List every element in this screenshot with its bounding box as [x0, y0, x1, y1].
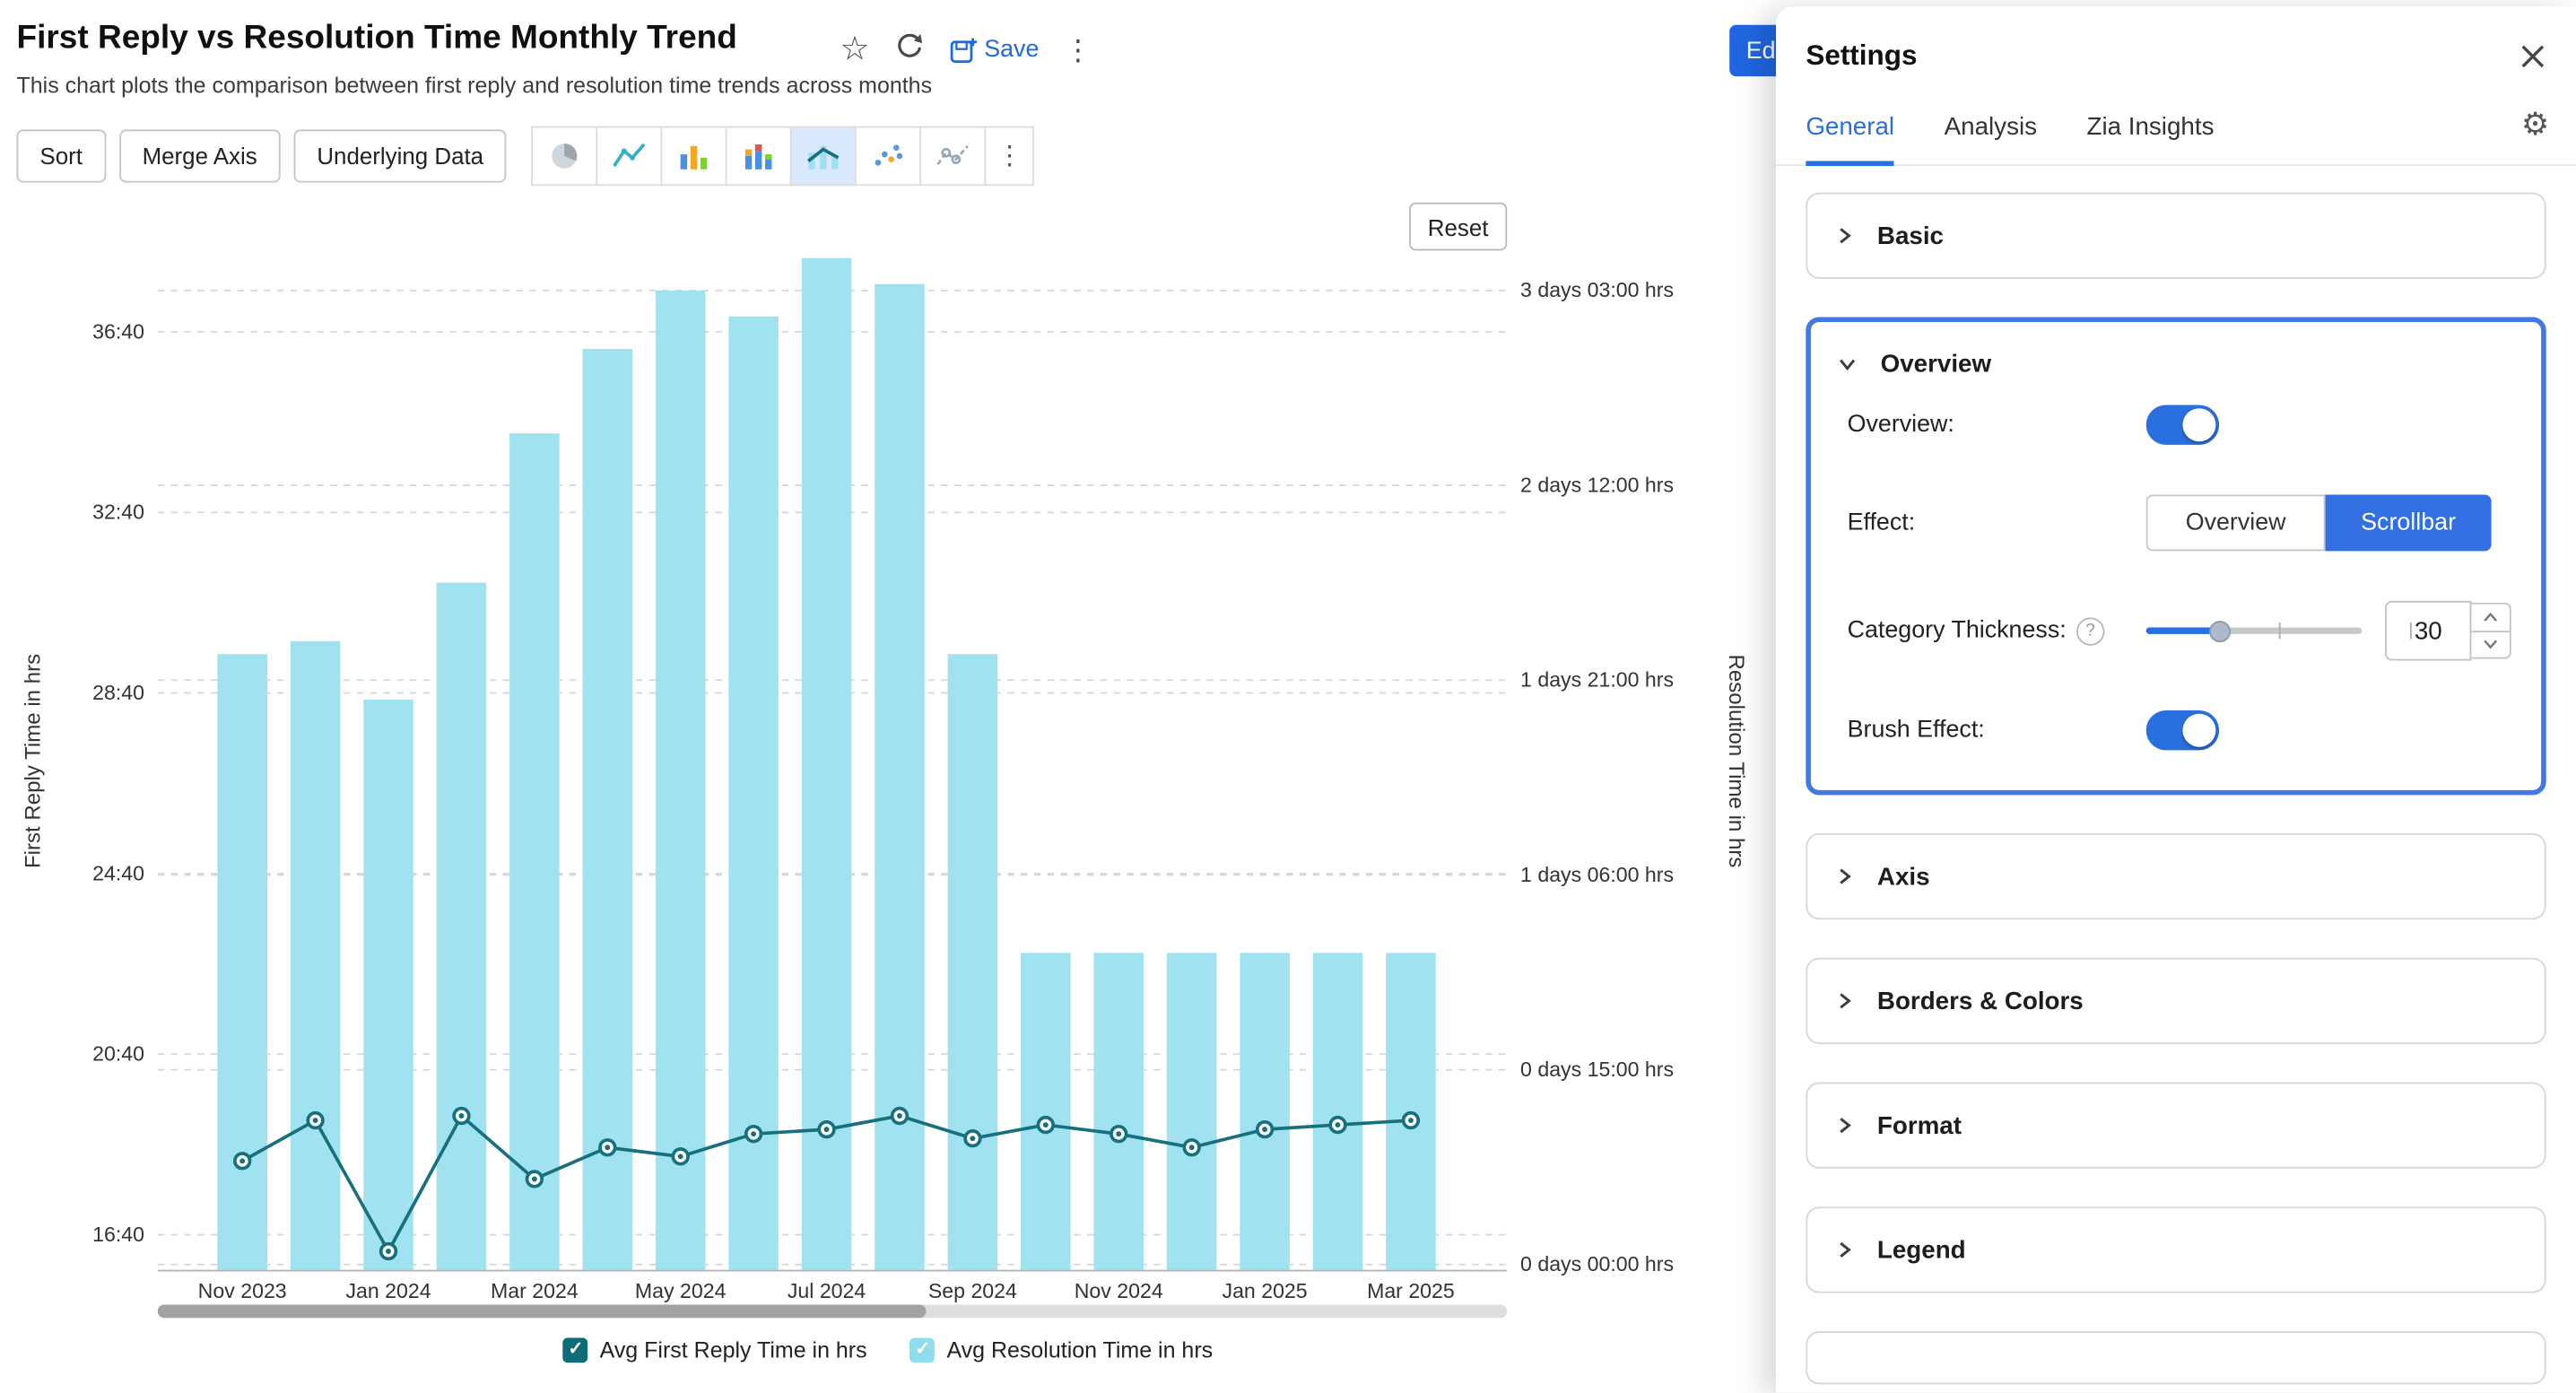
- help-icon[interactable]: ?: [2076, 616, 2104, 644]
- section-next-partial[interactable]: [1806, 1331, 2546, 1384]
- svg-text:16:40: 16:40: [92, 1223, 144, 1246]
- line-chart-icon[interactable]: [596, 126, 663, 187]
- gear-icon[interactable]: ⚙: [2521, 106, 2550, 144]
- section-overview-header[interactable]: Overview: [1811, 322, 2541, 405]
- section-overview: Overview Overview: Effect: Overview Scro…: [1806, 317, 2546, 795]
- svg-text:Mar 2025: Mar 2025: [1367, 1279, 1455, 1302]
- effect-option-overview[interactable]: Overview: [2146, 494, 2326, 551]
- svg-text:3 days 03:00 hrs: 3 days 03:00 hrs: [1520, 278, 1674, 301]
- number-spinner: [2471, 603, 2511, 659]
- category-thickness-label: Category Thickness: ?: [1848, 616, 2146, 644]
- save-button[interactable]: Save: [949, 36, 1039, 64]
- legend-label: Avg Resolution Time in hrs: [946, 1338, 1213, 1363]
- more-options-icon[interactable]: ⋮: [1064, 36, 1092, 64]
- svg-text:0 days 15:00 hrs: 0 days 15:00 hrs: [1520, 1058, 1674, 1081]
- section-format: Format: [1806, 1083, 2546, 1169]
- chevron-right-icon: [1834, 1240, 1854, 1259]
- section-borders-colors: Borders & Colors: [1806, 958, 2546, 1044]
- bubble-chart-icon[interactable]: [920, 126, 987, 187]
- svg-text:20:40: 20:40: [92, 1042, 144, 1066]
- save-label: Save: [984, 37, 1039, 64]
- section-legend-header[interactable]: Legend: [1807, 1208, 2545, 1292]
- svg-text:32:40: 32:40: [92, 501, 144, 524]
- underlying-data-button[interactable]: Underlying Data: [293, 129, 507, 182]
- chevron-right-icon: [1834, 991, 1854, 1011]
- legend-item-resolution[interactable]: ✓ Avg Resolution Time in hrs: [910, 1338, 1213, 1363]
- tab-analysis[interactable]: Analysis: [1945, 113, 2037, 164]
- svg-text:1 days 06:00 hrs: 1 days 06:00 hrs: [1520, 863, 1674, 886]
- settings-title: Settings: [1806, 39, 1917, 71]
- settings-panel: Settings General Analysis Zia Insights ⚙…: [1776, 6, 2576, 1392]
- app-canvas: First Reply vs Resolution Time Monthly T…: [0, 0, 2576, 1393]
- chevron-right-icon: [1834, 866, 1854, 886]
- scatter-chart-icon[interactable]: [856, 126, 922, 187]
- svg-text:May 2024: May 2024: [635, 1279, 727, 1302]
- spinner-up-icon[interactable]: [2471, 605, 2510, 632]
- svg-text:36:40: 36:40: [92, 319, 144, 343]
- merge-axis-button[interactable]: Merge Axis: [119, 129, 281, 182]
- section-basic-header[interactable]: Basic: [1807, 195, 2545, 278]
- section-format-header[interactable]: Format: [1807, 1084, 2545, 1167]
- combo-chart-icon[interactable]: [790, 126, 857, 187]
- tab-general[interactable]: General: [1806, 113, 1894, 166]
- chart-type-switcher: ⋮: [534, 126, 1035, 187]
- section-basic: Basic: [1806, 193, 2546, 279]
- combo-chart[interactable]: 16:40 20:40 24:40 28:40 32:40 36:40 0 days 00:…: [0, 183, 1776, 1345]
- chevron-down-icon: [1838, 353, 1858, 373]
- svg-text:2 days 12:00 hrs: 2 days 12:00 hrs: [1520, 473, 1674, 496]
- svg-text:Nov 2023: Nov 2023: [198, 1279, 287, 1302]
- svg-text:Mar 2024: Mar 2024: [491, 1279, 579, 1302]
- svg-text:Jan 2024: Jan 2024: [345, 1279, 431, 1302]
- effect-option-scrollbar[interactable]: Scrollbar: [2326, 494, 2492, 551]
- legend-item-first-reply[interactable]: ✓ Avg First Reply Time in hrs: [563, 1338, 867, 1363]
- section-axis-header[interactable]: Axis: [1807, 835, 2545, 919]
- save-icon: [949, 36, 977, 64]
- bar-chart-icon[interactable]: [661, 126, 727, 187]
- chart-legend: ✓ Avg First Reply Time in hrs ✓ Avg Reso…: [0, 1338, 1776, 1363]
- effect-segmented-control: Overview Scrollbar: [2146, 494, 2492, 551]
- sort-button[interactable]: Sort: [17, 129, 106, 182]
- slider-knob[interactable]: [2209, 620, 2231, 641]
- section-borders-colors-header[interactable]: Borders & Colors: [1807, 960, 2545, 1043]
- svg-text:1 days 21:00 hrs: 1 days 21:00 hrs: [1520, 668, 1674, 692]
- effect-label: Effect:: [1848, 509, 2146, 536]
- legend-checkbox-first-reply[interactable]: ✓: [563, 1338, 588, 1363]
- category-thickness-input[interactable]: [2385, 601, 2471, 661]
- category-thickness-slider[interactable]: [2146, 619, 2363, 642]
- chevron-right-icon: [1834, 1116, 1854, 1136]
- brush-effect-toggle[interactable]: [2146, 710, 2219, 750]
- refresh-icon[interactable]: [894, 31, 924, 68]
- legend-label: Avg First Reply Time in hrs: [600, 1338, 867, 1363]
- legend-checkbox-resolution[interactable]: ✓: [910, 1338, 936, 1363]
- more-chart-types-icon[interactable]: ⋮: [985, 126, 1035, 187]
- svg-text:Jan 2025: Jan 2025: [1223, 1279, 1308, 1302]
- settings-tabs: General Analysis Zia Insights ⚙: [1776, 113, 2576, 166]
- spinner-down-icon[interactable]: [2471, 631, 2510, 657]
- svg-text:28:40: 28:40: [92, 681, 144, 704]
- svg-text:Resolution Time in hrs: Resolution Time in hrs: [1724, 655, 1748, 868]
- stacked-bar-chart-icon[interactable]: [726, 126, 792, 187]
- section-legend: Legend: [1806, 1206, 2546, 1293]
- chart-subtitle: This chart plots the comparison between …: [17, 73, 933, 98]
- svg-text:Nov 2024: Nov 2024: [1075, 1279, 1163, 1302]
- svg-text:Jul 2024: Jul 2024: [788, 1279, 866, 1302]
- overview-toggle[interactable]: [2146, 405, 2219, 445]
- svg-text:First Reply Time in hrs: First Reply Time in hrs: [21, 654, 45, 868]
- chevron-right-icon: [1834, 226, 1854, 246]
- close-icon[interactable]: [2519, 43, 2546, 78]
- section-axis: Axis: [1806, 833, 2546, 919]
- brush-effect-label: Brush Effect:: [1848, 717, 2146, 744]
- tab-zia-insights[interactable]: Zia Insights: [2087, 113, 2215, 164]
- favorite-star-icon[interactable]: ☆: [840, 33, 869, 66]
- svg-text:Sep 2024: Sep 2024: [928, 1279, 1017, 1302]
- svg-text:0 days 00:00 hrs: 0 days 00:00 hrs: [1520, 1252, 1674, 1275]
- page-title: First Reply vs Resolution Time Monthly T…: [17, 20, 737, 58]
- pie-chart-icon[interactable]: [532, 126, 598, 187]
- overview-toggle-label: Overview:: [1848, 412, 2146, 439]
- svg-text:24:40: 24:40: [92, 861, 144, 884]
